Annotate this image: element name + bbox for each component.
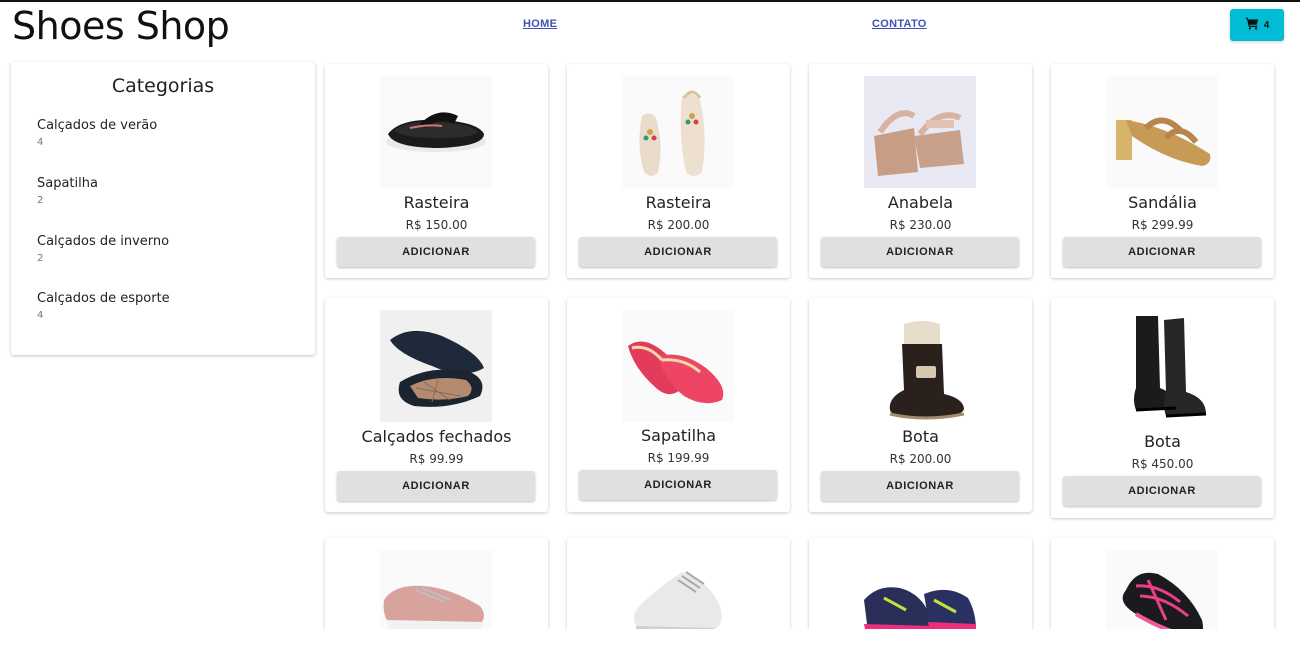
product-name: Sapatilha bbox=[640, 426, 717, 445]
product-image-block-heel-sandal[interactable] bbox=[1106, 76, 1218, 188]
categories-panel: Categorias Calçados de verão 4 Sapatilha… bbox=[11, 62, 315, 355]
add-to-cart-button[interactable]: ADICIONAR bbox=[579, 470, 777, 500]
product-price: R$ 200.00 bbox=[647, 218, 710, 232]
add-to-cart-button[interactable]: ADICIONAR bbox=[821, 237, 1019, 267]
product-card: Rasteira R$ 150.00 ADICIONAR bbox=[325, 64, 548, 278]
add-to-cart-button[interactable]: ADICIONAR bbox=[337, 471, 535, 501]
category-label: Calçados de esporte bbox=[37, 291, 170, 306]
product-price: R$ 299.99 bbox=[1131, 218, 1194, 232]
product-card bbox=[809, 538, 1032, 629]
product-image-black-pink-running-shoe[interactable] bbox=[1106, 550, 1218, 629]
header: Shoes Shop HOME CONTATO 4 bbox=[0, 2, 1300, 54]
category-label: Calçados de inverno bbox=[37, 234, 170, 249]
product-card: Bota R$ 200.00 ADICIONAR bbox=[809, 298, 1032, 512]
nav-home-link[interactable]: HOME bbox=[523, 18, 557, 30]
product-price: R$ 200.00 bbox=[889, 452, 952, 466]
product-card bbox=[325, 538, 548, 629]
product-name: Sandália bbox=[1128, 193, 1197, 212]
product-price: R$ 199.99 bbox=[647, 451, 710, 465]
category-count: 4 bbox=[37, 310, 44, 321]
nav-contato-link[interactable]: CONTATO bbox=[872, 18, 927, 30]
product-card: Rasteira R$ 200.00 ADICIONAR bbox=[567, 64, 790, 278]
cart-button[interactable]: 4 bbox=[1230, 9, 1284, 41]
shopping-cart-icon bbox=[1245, 16, 1259, 35]
product-card: Sandália R$ 299.99 ADICIONAR bbox=[1051, 64, 1274, 278]
product-image-tall-black-boots[interactable] bbox=[1106, 310, 1218, 422]
product-card: Sapatilha R$ 199.99 ADICIONAR bbox=[567, 298, 790, 512]
product-card: Anabela R$ 230.00 ADICIONAR bbox=[809, 64, 1032, 278]
product-image-fur-ankle-boot[interactable] bbox=[864, 310, 976, 422]
product-name: Bota bbox=[1144, 432, 1181, 451]
add-to-cart-button[interactable]: ADICIONAR bbox=[1063, 237, 1261, 267]
product-card: Calçados fechados R$ 99.99 ADICIONAR bbox=[325, 298, 548, 512]
add-to-cart-button[interactable]: ADICIONAR bbox=[337, 237, 535, 267]
product-name: Rasteira bbox=[403, 193, 470, 212]
category-label: Sapatilha bbox=[37, 176, 98, 191]
product-card: Bota R$ 450.00 ADICIONAR bbox=[1051, 298, 1274, 518]
product-image-quilted-flats[interactable] bbox=[380, 310, 492, 422]
category-label: Calçados de verão bbox=[37, 118, 158, 133]
product-image-white-sneaker[interactable] bbox=[622, 550, 734, 629]
product-price: R$ 150.00 bbox=[405, 218, 468, 232]
product-card bbox=[567, 538, 790, 629]
category-count: 2 bbox=[37, 253, 44, 264]
product-name: Bota bbox=[902, 427, 939, 446]
category-item-calcados-de-inverno[interactable]: Calçados de inverno 2 bbox=[37, 234, 169, 264]
brand-title: Shoes Shop bbox=[12, 4, 230, 48]
product-card bbox=[1051, 538, 1274, 629]
product-image-black-flip-flop[interactable] bbox=[380, 76, 492, 188]
product-name: Calçados fechados bbox=[361, 427, 512, 446]
product-image-pink-sneaker[interactable] bbox=[380, 550, 492, 629]
product-image-beaded-sandal[interactable] bbox=[622, 76, 734, 188]
add-to-cart-button[interactable]: ADICIONAR bbox=[579, 237, 777, 267]
category-item-calcados-de-esporte[interactable]: Calçados de esporte 4 bbox=[37, 291, 170, 321]
add-to-cart-button[interactable]: ADICIONAR bbox=[1063, 476, 1261, 506]
product-price: R$ 450.00 bbox=[1131, 457, 1194, 471]
category-count: 4 bbox=[37, 137, 44, 148]
category-item-calcados-de-verao[interactable]: Calçados de verão 4 bbox=[37, 118, 157, 148]
category-count: 2 bbox=[37, 195, 44, 206]
product-name: Anabela bbox=[887, 193, 954, 212]
product-price: R$ 230.00 bbox=[889, 218, 952, 232]
product-image-wedge-sandal[interactable] bbox=[864, 76, 976, 188]
product-image-pink-navy-running-shoes[interactable] bbox=[864, 550, 976, 629]
product-price: R$ 99.99 bbox=[409, 452, 464, 466]
add-to-cart-button[interactable]: ADICIONAR bbox=[821, 471, 1019, 501]
product-name: Rasteira bbox=[645, 193, 712, 212]
cart-count-badge: 4 bbox=[1263, 19, 1270, 31]
categories-title: Categorias bbox=[111, 75, 215, 97]
product-image-pink-ballet-flats[interactable] bbox=[622, 310, 734, 422]
category-item-sapatilha[interactable]: Sapatilha 2 bbox=[37, 176, 98, 206]
